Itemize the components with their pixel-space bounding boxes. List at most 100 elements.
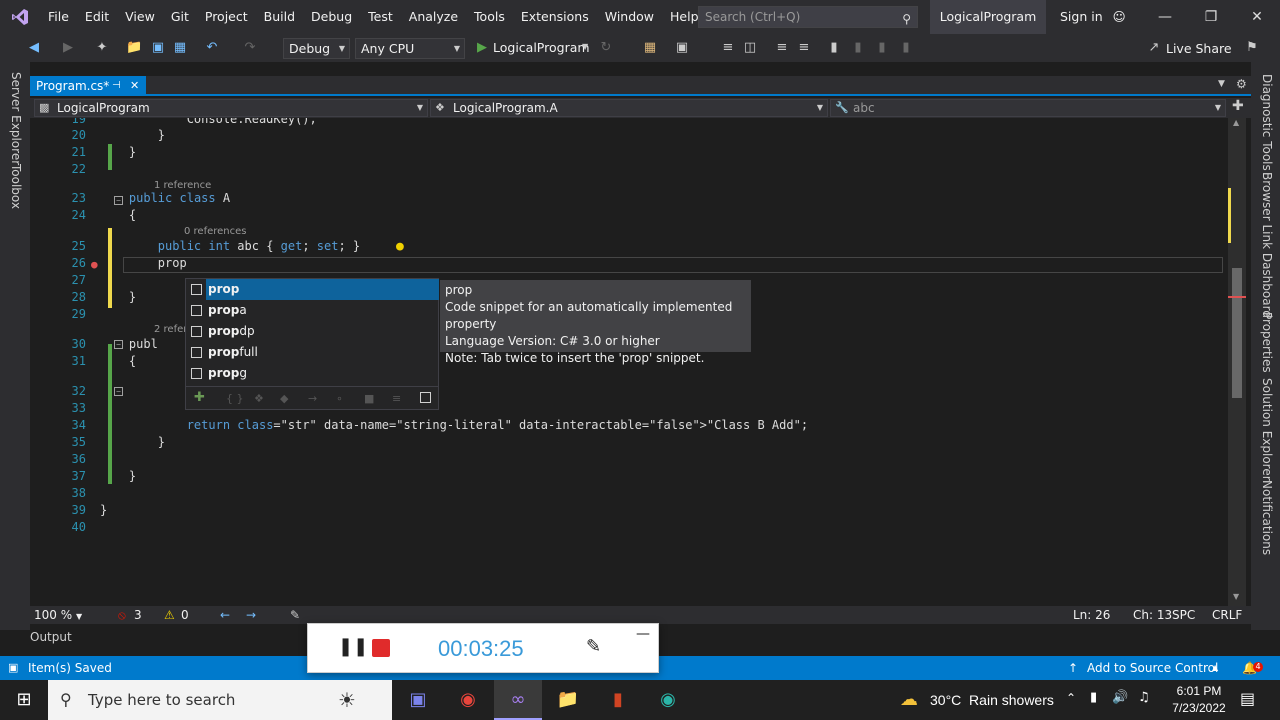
start-target-button[interactable]: LogicalProgram <box>493 40 590 55</box>
tab-overflow-icon[interactable]: ▼ <box>1218 79 1225 89</box>
code-cleanup-icon[interactable]: ✎ <box>290 606 300 624</box>
pen-icon[interactable]: ✎ <box>586 636 601 657</box>
diagnostic-tools-tab[interactable]: Diagnostic Tools <box>1260 74 1274 171</box>
properties-tab[interactable]: Properties <box>1260 312 1274 373</box>
save-all-icon[interactable]: ▦ <box>172 40 188 56</box>
scroll-up-icon[interactable]: ▲ <box>1233 118 1239 127</box>
teams-icon[interactable]: ▣ <box>394 680 442 720</box>
open-folder-icon[interactable]: 📁 <box>126 40 142 56</box>
split-editor-icon[interactable]: ✚ <box>1232 98 1244 114</box>
chevron-up-icon[interactable]: ▲ <box>1212 656 1218 680</box>
lightbulb-icon[interactable]: ● <box>396 239 404 254</box>
weather-text[interactable]: 30°C Rain showers <box>930 692 1054 708</box>
completion-item[interactable]: propg <box>186 363 438 384</box>
menu-analyze[interactable]: Analyze <box>401 0 466 34</box>
struct-filter-icon[interactable]: ◆ <box>280 392 288 405</box>
menu-build[interactable]: Build <box>256 0 303 34</box>
whitespace-mode[interactable]: SPC <box>1172 606 1195 624</box>
layout-icon[interactable]: ◫ <box>742 40 758 56</box>
namespace-filter-icon[interactable]: { } <box>226 392 244 405</box>
notifications-tab[interactable]: Notifications <box>1260 480 1274 555</box>
taskbar-search-input[interactable]: ⚲ Type here to search ☀ <box>48 680 392 720</box>
clock-date[interactable]: 7/23/2022 <box>1160 701 1238 715</box>
undo-icon[interactable]: ↶ <box>204 40 220 56</box>
scroll-thumb[interactable] <box>1232 268 1242 398</box>
menu-test[interactable]: Test <box>360 0 401 34</box>
error-count[interactable]: 3 <box>134 606 142 624</box>
indent-icon[interactable]: ≡ <box>774 40 790 56</box>
feedback-icon[interactable]: ⚑ <box>1244 40 1260 56</box>
clock-time[interactable]: 6:01 PM <box>1164 684 1234 698</box>
forward-icon[interactable]: ▶ <box>60 40 76 56</box>
collapse-icon[interactable]: − <box>114 387 123 396</box>
completion-item[interactable]: propdp <box>186 321 438 342</box>
line-endings[interactable]: CRLF <box>1212 606 1242 624</box>
redo-icon[interactable]: ↷ <box>242 40 258 56</box>
solution-explorer-tab[interactable]: Solution Explorer <box>1260 378 1274 481</box>
output-tab[interactable]: Output <box>30 630 72 648</box>
warning-count[interactable]: 0 <box>181 606 189 624</box>
bookmark-icon[interactable]: ▮ <box>826 40 842 56</box>
class-filter-icon[interactable]: ❖ <box>254 392 264 405</box>
interface-filter-icon[interactable]: ∘ <box>336 392 343 405</box>
scroll-down-icon[interactable]: ▼ <box>1233 592 1239 601</box>
platform-select[interactable]: Any CPU ▼ <box>355 38 465 59</box>
codelens-references[interactable]: 1 reference <box>154 180 211 191</box>
next-issue-icon[interactable]: → <box>246 606 256 624</box>
file-explorer-icon[interactable]: 📁 <box>544 680 592 720</box>
close-window-icon[interactable]: ✕ <box>1234 0 1280 34</box>
server-explorer-tab[interactable]: Server Explorer <box>9 72 23 165</box>
type-dropdown[interactable]: ❖ LogicalProgram.A ▼ <box>430 99 828 117</box>
next-bookmark-icon[interactable]: ▮ <box>874 40 890 56</box>
visual-studio-taskbar-button[interactable]: ∞ <box>494 680 542 720</box>
completion-item[interactable]: propfull <box>186 342 438 363</box>
intellisense-list[interactable]: prop propa propdp propfull propg ✚ { } ❖ ◆ →… <box>185 278 439 410</box>
configuration-select[interactable]: Debug ▼ <box>283 38 350 59</box>
codelens-references[interactable]: 0 references <box>184 226 247 237</box>
search-input[interactable]: Search (Ctrl+Q) ⚲ <box>698 6 918 28</box>
refresh-icon[interactable]: ↻ <box>598 40 614 56</box>
action-center-icon[interactable]: ▤ <box>1240 689 1255 708</box>
completion-item[interactable]: prop <box>206 279 439 300</box>
project-dropdown[interactable]: ▩ LogicalProgram ▼ <box>34 99 428 117</box>
delegate-filter-icon[interactable]: → <box>308 392 317 405</box>
pause-icon[interactable]: ❚❚ <box>338 636 368 657</box>
pin-icon[interactable]: ⊣ <box>112 76 121 96</box>
stop-icon[interactable] <box>372 639 390 657</box>
zoom-select[interactable]: 100 % ▼ <box>34 606 82 626</box>
screen-icon[interactable]: ▣ <box>674 40 690 56</box>
completion-item[interactable]: propa <box>186 300 438 321</box>
chevron-up-icon[interactable]: ⌃ <box>1066 691 1076 705</box>
menu-git[interactable]: Git <box>163 0 197 34</box>
volume-icon[interactable]: 🔊 <box>1112 690 1128 705</box>
tab-program-cs[interactable]: Program.cs* ⊣ ✕ <box>30 76 146 96</box>
menu-edit[interactable]: Edit <box>77 0 117 34</box>
prev-bookmark-icon[interactable]: ▮ <box>850 40 866 56</box>
member-dropdown[interactable]: 🔧 abc ▼ <box>830 99 1226 117</box>
restore-icon[interactable]: ❐ <box>1188 0 1234 34</box>
browse-icon[interactable]: ▦ <box>642 40 658 56</box>
vertical-scrollbar[interactable]: ▲ ▼ <box>1228 118 1246 606</box>
menu-file[interactable]: File <box>40 0 77 34</box>
codelens-references[interactable]: 2 refer <box>154 324 187 335</box>
save-icon[interactable]: ▣ <box>150 40 166 56</box>
clear-bookmarks-icon[interactable]: ▮ <box>898 40 914 56</box>
menu-tools[interactable]: Tools <box>466 0 513 34</box>
menu-project[interactable]: Project <box>197 0 256 34</box>
menu-extensions[interactable]: Extensions <box>513 0 597 34</box>
windows-start-icon[interactable]: ⊞ <box>0 680 48 720</box>
outdent-icon[interactable]: ≡ <box>796 40 812 56</box>
method-filter-icon[interactable]: ■ <box>364 392 374 405</box>
start-icon[interactable]: ▶ <box>474 40 490 56</box>
sign-in-link[interactable]: Sign in ☺ <box>1060 0 1126 34</box>
chevron-down-icon[interactable]: ▼ <box>582 42 588 51</box>
minimize-icon[interactable]: — <box>1142 0 1188 34</box>
speaker-icon[interactable]: ♫ <box>1138 690 1150 705</box>
menu-view[interactable]: View <box>117 0 163 34</box>
network-icon[interactable]: ▮ <box>1090 690 1097 705</box>
new-project-icon[interactable]: ✦ <box>94 40 110 56</box>
powerpoint-icon[interactable]: ▮ <box>594 680 642 720</box>
menu-debug[interactable]: Debug <box>303 0 360 34</box>
enum-filter-icon[interactable]: ≡ <box>392 392 401 405</box>
previous-issue-icon[interactable]: ← <box>220 606 230 624</box>
